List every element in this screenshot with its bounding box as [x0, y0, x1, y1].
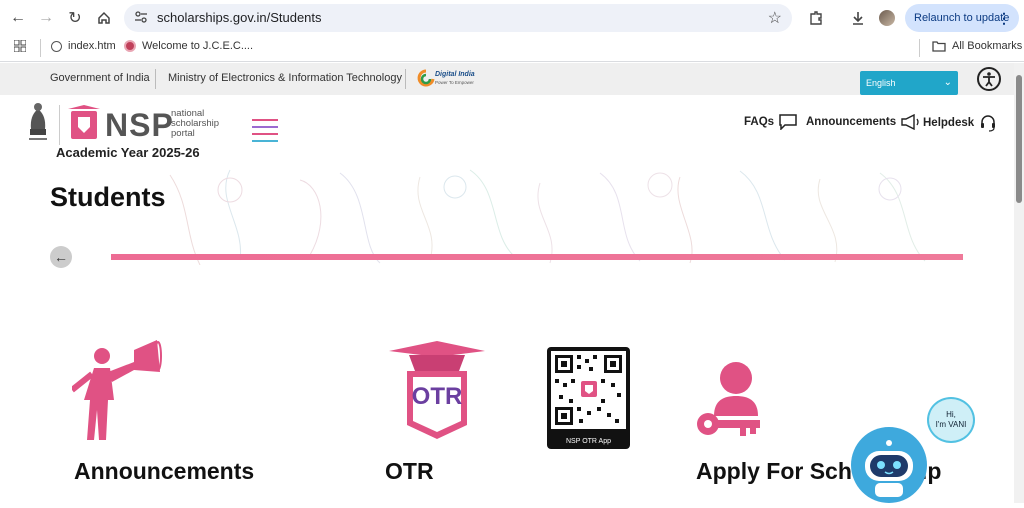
vani-speech-bubble[interactable]: Hi, I'm VANI	[927, 397, 975, 443]
jcec-favicon-icon	[124, 40, 136, 52]
download-icon[interactable]	[848, 8, 868, 28]
page-title: Students	[50, 182, 166, 212]
url-text: scholarships.gov.in/Students	[157, 10, 322, 25]
faqs-label: FAQs	[744, 116, 775, 128]
vani-greeting: I'm VANI	[935, 420, 967, 429]
bookmark-label: index.htm	[68, 40, 116, 52]
hamburger-menu-icon[interactable]	[252, 119, 278, 147]
language-select[interactable]: English ⌄	[860, 71, 958, 95]
otr-icon-text: OTR	[411, 383, 463, 410]
site-header: NSP national scholarship portal Academic…	[0, 95, 1014, 165]
divider	[59, 105, 60, 145]
vani-greeting: Hi,	[946, 410, 956, 419]
divider	[919, 39, 920, 57]
reload-icon[interactable]: ↻	[65, 8, 85, 28]
accessibility-icon[interactable]	[977, 67, 1001, 91]
bookmark-star-icon[interactable]: ☆	[768, 8, 782, 28]
academic-year: Academic Year 2025-26	[56, 145, 200, 160]
apps-grid-icon[interactable]	[14, 40, 26, 52]
back-arrow-button[interactable]: ←	[50, 246, 72, 268]
divider	[405, 69, 406, 89]
otr-card-icon[interactable]: OTR	[389, 341, 485, 444]
megaphone-icon	[901, 114, 919, 130]
card-title-otr[interactable]: OTR	[385, 458, 434, 485]
apply-card-icon[interactable]	[696, 360, 762, 449]
nsp-shield-logo[interactable]	[66, 105, 102, 150]
arrow-left-icon: ←	[54, 249, 68, 265]
relaunch-button[interactable]: Relaunch to update ⋮	[905, 4, 1019, 32]
extensions-icon[interactable]	[806, 8, 826, 28]
announcements-label: Announcements	[806, 116, 897, 128]
menu-dots-icon[interactable]: ⋮	[997, 10, 1011, 27]
decorative-line	[111, 254, 963, 260]
national-emblem-icon	[26, 101, 50, 150]
globe-icon	[51, 40, 62, 52]
announcements-link[interactable]: Announcements	[806, 114, 921, 130]
relaunch-label: Relaunch to update	[914, 12, 1010, 24]
vani-chatbot[interactable]	[849, 419, 933, 508]
qr-code[interactable]	[547, 347, 630, 434]
home-icon[interactable]	[94, 8, 114, 28]
divider	[155, 69, 156, 89]
language-value: English	[866, 78, 896, 88]
nsp-logo-subtitle: national scholarship portal	[171, 109, 219, 139]
helpdesk-link[interactable]: Helpdesk	[923, 114, 997, 132]
ministry-link[interactable]: Ministry of Electronics & Information Te…	[168, 72, 402, 84]
bookmarks-bar: index.htm Welcome to J.C.E.C.... All Boo…	[0, 36, 1024, 62]
scrollbar-thumb[interactable]	[1016, 75, 1022, 203]
divider	[40, 39, 41, 57]
chevron-down-icon: ⌄	[943, 77, 952, 88]
chat-bubble-icon	[779, 114, 797, 130]
nsp-logo-text: NSP	[105, 107, 174, 143]
page-scrollbar[interactable]	[1014, 63, 1024, 503]
all-bookmarks-label: All Bookmarks	[952, 40, 1023, 52]
folder-icon	[932, 41, 946, 52]
browser-toolbar: ← → ↻ scholarships.gov.in/Students ☆ Rel…	[0, 0, 1024, 36]
back-icon[interactable]: ←	[8, 8, 28, 28]
bookmark-jcec[interactable]: Welcome to J.C.E.C....	[124, 40, 253, 52]
gov-of-india-link[interactable]: Government of India	[50, 72, 150, 84]
card-title-announcements[interactable]: Announcements	[74, 458, 254, 485]
site-info-icon[interactable]	[134, 10, 148, 29]
announcements-card-icon[interactable]	[70, 340, 162, 445]
digital-india-logo[interactable]: Digital India Power To Empower	[416, 68, 476, 90]
headset-icon	[981, 115, 996, 132]
faqs-link[interactable]: FAQs	[744, 114, 797, 130]
government-bar: Government of India Ministry of Electron…	[0, 63, 1024, 95]
all-bookmarks[interactable]: All Bookmarks	[932, 40, 1022, 52]
helpdesk-label: Helpdesk	[923, 117, 975, 129]
bookmark-index[interactable]: index.htm	[51, 40, 116, 52]
bookmark-label: Welcome to J.C.E.C....	[142, 40, 254, 52]
hero-illustration	[0, 165, 1014, 266]
forward-icon[interactable]: →	[36, 8, 56, 28]
qr-label: NSP OTR App	[547, 433, 630, 449]
profile-avatar[interactable]	[877, 8, 897, 28]
logo-sub-line: portal	[171, 128, 195, 139]
digital-india-text: Digital India	[435, 71, 475, 78]
digital-india-tagline: Power To Empower	[435, 80, 474, 85]
address-bar[interactable]: scholarships.gov.in/Students ☆	[124, 4, 792, 32]
